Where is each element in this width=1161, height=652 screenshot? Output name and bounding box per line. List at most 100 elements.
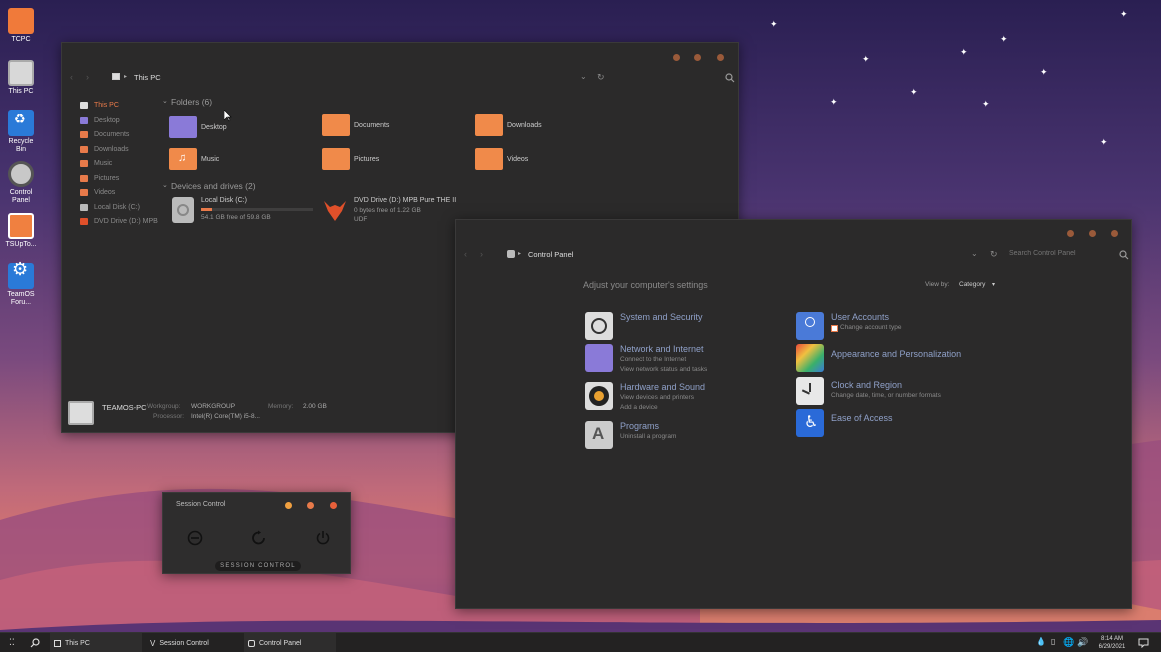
shutdown-icon[interactable] bbox=[315, 530, 331, 546]
notification-icon[interactable] bbox=[1138, 638, 1149, 648]
minimize-button[interactable] bbox=[673, 54, 680, 61]
clock-time[interactable]: 8:14 AM bbox=[1092, 636, 1132, 642]
maximize-button[interactable] bbox=[307, 502, 314, 509]
category-link[interactable]: View devices and printers bbox=[620, 393, 705, 403]
taskbar-item-this-pc[interactable]: This PC bbox=[50, 633, 142, 652]
folder-downloads[interactable]: Downloads bbox=[475, 114, 542, 136]
folders-header[interactable]: Folders (6) bbox=[171, 97, 212, 107]
desktop-icon-control-panel[interactable]: Control Panel bbox=[4, 161, 38, 205]
videos-folder-icon bbox=[475, 148, 503, 170]
category-title[interactable]: Clock and Region bbox=[831, 380, 941, 391]
category-title[interactable]: Programs bbox=[620, 421, 676, 432]
taskbar-item-session-control[interactable]: V Session Control bbox=[146, 633, 240, 652]
folder-documents[interactable]: Documents bbox=[322, 114, 389, 136]
category-link[interactable]: Connect to the Internet bbox=[620, 355, 707, 365]
search-icon[interactable] bbox=[1119, 250, 1129, 260]
drive-usage-fill bbox=[201, 208, 213, 211]
taskbar: ⁚⁚ This PC V Session Control Control Pan… bbox=[0, 632, 1161, 652]
network-globe-icon[interactable]: 🌐 bbox=[1063, 637, 1074, 648]
taskbar-item-label: Session Control bbox=[159, 639, 209, 647]
forward-arrow-icon[interactable]: › bbox=[480, 249, 483, 259]
search-icon[interactable] bbox=[30, 638, 40, 648]
category-ease-of-access[interactable]: ♿ Ease of Access bbox=[796, 409, 893, 437]
minimize-button[interactable] bbox=[285, 502, 292, 509]
category-title[interactable]: Ease of Access bbox=[831, 413, 893, 424]
volume-icon[interactable]: 🔊 bbox=[1077, 637, 1088, 648]
sidebar-item-documents[interactable]: Documents bbox=[80, 131, 129, 138]
drive-dvd[interactable]: DVD Drive (D:) MPB Pure THE II 0 bytes f… bbox=[322, 197, 462, 227]
start-icon[interactable]: ⁚⁚ bbox=[9, 637, 15, 648]
maximize-button[interactable] bbox=[1089, 230, 1096, 237]
category-link[interactable]: Change date, time, or number formats bbox=[831, 391, 941, 401]
back-arrow-icon[interactable]: ‹ bbox=[464, 249, 467, 259]
close-button[interactable] bbox=[717, 54, 724, 61]
sidebar-item-music[interactable]: Music bbox=[80, 160, 112, 167]
folder-desktop[interactable]: Desktop bbox=[169, 116, 227, 138]
category-link[interactable]: View network status and tasks bbox=[620, 365, 707, 375]
chevron-down-icon[interactable]: ⌄ bbox=[971, 249, 978, 258]
breadcrumb-separator-icon: ▸ bbox=[124, 74, 128, 80]
category-clock-region[interactable]: Clock and Region Change date, time, or n… bbox=[796, 377, 941, 405]
sidebar-item-local-disk[interactable]: Local Disk (C:) bbox=[80, 204, 140, 211]
desktop-icon-tcpc[interactable]: TCPC bbox=[4, 8, 38, 44]
gear-icon: ⚙ bbox=[8, 260, 34, 289]
category-link[interactable]: Uninstall a program bbox=[620, 432, 676, 442]
category-title[interactable]: Appearance and Personalization bbox=[831, 349, 961, 360]
devices-header[interactable]: Devices and drives (2) bbox=[171, 181, 256, 191]
desktop-icon-tsupto[interactable]: TSUpTo... bbox=[4, 213, 38, 249]
sidebar-item-this-pc[interactable]: This PC bbox=[80, 102, 119, 109]
droplet-icon[interactable]: 💧 bbox=[1036, 637, 1046, 646]
close-button[interactable] bbox=[1111, 230, 1118, 237]
view-by-dropdown[interactable]: Category bbox=[959, 281, 985, 288]
sidebar-item-dvd-drive[interactable]: DVD Drive (D:) MPB bbox=[80, 218, 158, 225]
category-appearance[interactable]: Appearance and Personalization bbox=[796, 344, 961, 372]
session-control-icon: V bbox=[150, 638, 156, 648]
chevron-down-icon[interactable]: ⌄ bbox=[580, 72, 587, 81]
sidebar-item-videos[interactable]: Videos bbox=[80, 189, 115, 196]
chevron-down-icon[interactable]: ⌄ bbox=[162, 97, 168, 105]
category-title[interactable]: Hardware and Sound bbox=[620, 382, 705, 393]
drive-local-disk[interactable]: Local Disk (C:) 54.1 GB free of 59.8 GB bbox=[172, 197, 317, 225]
search-icon[interactable] bbox=[725, 73, 735, 83]
desktop-icon-this-pc[interactable]: This PC bbox=[4, 60, 38, 96]
category-user-accounts[interactable]: User Accounts Change account type bbox=[796, 312, 901, 340]
taskbar-item-control-panel[interactable]: Control Panel bbox=[244, 633, 336, 652]
category-title[interactable]: System and Security bbox=[620, 312, 703, 323]
category-link[interactable]: Add a device bbox=[620, 403, 705, 413]
folder-pictures[interactable]: Pictures bbox=[322, 148, 379, 170]
usb-icon[interactable]: ▯ bbox=[1051, 637, 1055, 646]
category-system-security[interactable]: System and Security bbox=[585, 312, 703, 340]
category-link[interactable]: Change account type bbox=[840, 323, 901, 333]
window-title: Session Control bbox=[176, 501, 226, 508]
forward-arrow-icon[interactable]: › bbox=[86, 72, 89, 82]
desktop-icon-teamos[interactable]: ⚙ TeamOS Foru... bbox=[4, 260, 38, 307]
refresh-icon[interactable]: ↻ bbox=[990, 249, 998, 260]
category-hardware-sound[interactable]: Hardware and Sound View devices and prin… bbox=[585, 382, 705, 413]
folder-videos[interactable]: Videos bbox=[475, 148, 528, 170]
clock-date[interactable]: 6/29/2021 bbox=[1092, 644, 1132, 650]
search-input[interactable] bbox=[1009, 247, 1119, 260]
refresh-icon[interactable]: ↻ bbox=[597, 72, 605, 83]
category-link-row[interactable]: Change account type bbox=[831, 323, 901, 333]
sidebar-item-desktop[interactable]: Desktop bbox=[80, 117, 120, 124]
folder-music[interactable]: ♫ Music bbox=[169, 148, 219, 170]
close-button[interactable] bbox=[330, 502, 337, 509]
sidebar-item-downloads[interactable]: Downloads bbox=[80, 146, 129, 153]
category-title[interactable]: User Accounts bbox=[831, 312, 901, 323]
accessibility-icon: ♿ bbox=[796, 409, 824, 437]
breadcrumb[interactable]: Control Panel bbox=[528, 250, 573, 259]
category-title[interactable]: Network and Internet bbox=[620, 344, 707, 355]
category-network-internet[interactable]: Network and Internet Connect to the Inte… bbox=[585, 344, 707, 375]
back-arrow-icon[interactable]: ‹ bbox=[70, 72, 73, 82]
restart-icon[interactable] bbox=[251, 530, 267, 546]
minimize-button[interactable] bbox=[1067, 230, 1074, 237]
maximize-button[interactable] bbox=[694, 54, 701, 61]
pc-icon bbox=[68, 401, 94, 425]
breadcrumb[interactable]: This PC bbox=[134, 73, 161, 82]
logoff-icon[interactable] bbox=[187, 530, 203, 546]
chevron-down-icon[interactable]: ▾ bbox=[992, 281, 995, 288]
desktop-icon-recycle-bin[interactable]: ♻ Recycle Bin bbox=[4, 110, 38, 154]
category-programs[interactable]: A Programs Uninstall a program bbox=[585, 421, 676, 449]
sidebar-item-pictures[interactable]: Pictures bbox=[80, 175, 119, 182]
chevron-down-icon[interactable]: ⌄ bbox=[162, 181, 168, 189]
